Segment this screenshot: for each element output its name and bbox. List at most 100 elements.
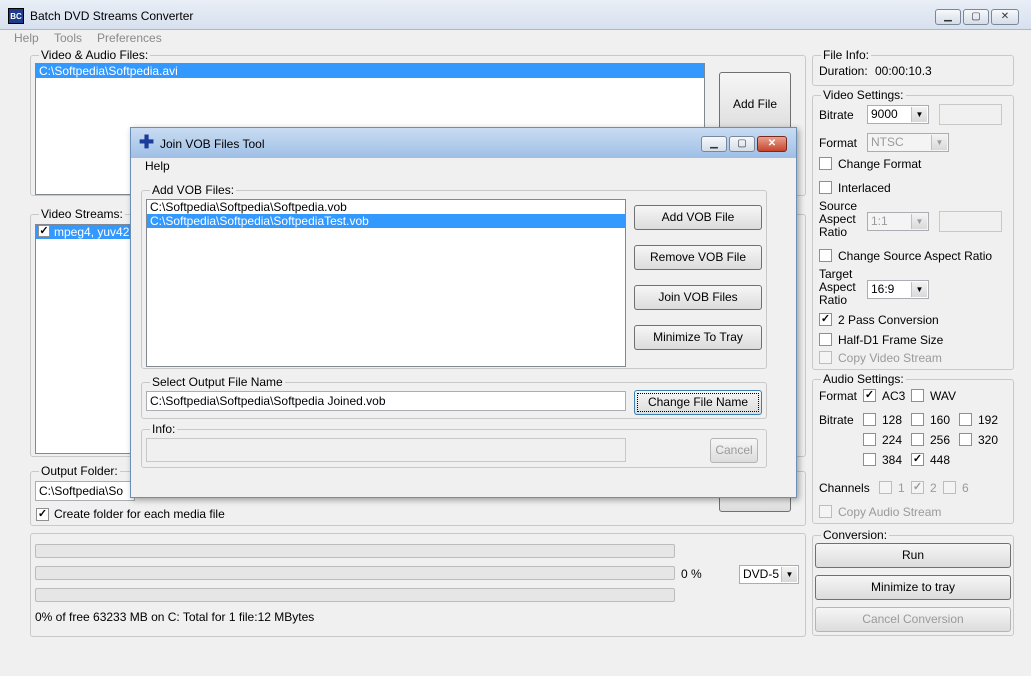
custom-bitrate-input[interactable]: [939, 104, 1002, 125]
chevron-down-icon[interactable]: ▼: [911, 282, 927, 297]
minimize-to-tray-dialog-button[interactable]: Minimize To Tray: [634, 325, 762, 350]
change-file-name-button[interactable]: Change File Name: [634, 390, 762, 415]
format-label: Format: [819, 136, 858, 150]
dialog-menu-bar: Help: [131, 158, 796, 174]
window-title-bar: BC Batch DVD Streams Converter ▁ ▢ ✕: [0, 0, 1031, 30]
copy-audio-checkbox[interactable]: [819, 505, 832, 518]
custom-aspect-input[interactable]: [939, 211, 1002, 232]
format-select[interactable]: NTSC ▼: [867, 133, 949, 152]
ac3-checkbox[interactable]: ✓: [863, 389, 876, 402]
maximize-window-button[interactable]: ▢: [963, 9, 989, 25]
menu-tools[interactable]: Tools: [54, 31, 82, 45]
audio-format-label: Format: [819, 389, 858, 403]
add-vob-legend: Add VOB Files:: [152, 183, 235, 197]
change-format-checkbox[interactable]: [819, 157, 832, 170]
change-source-aspect-label: Change Source Aspect Ratio: [838, 249, 993, 263]
bitrate-448-label: 448: [930, 453, 951, 467]
dialog-close-button[interactable]: ✕: [757, 136, 787, 152]
change-format-label: Change Format: [838, 157, 922, 171]
menu-help[interactable]: Help: [14, 31, 39, 45]
copy-audio-label: Copy Audio Stream: [838, 505, 942, 519]
join-vob-files-button[interactable]: Join VOB Files: [634, 285, 762, 310]
bitrate-320-checkbox[interactable]: [959, 433, 972, 446]
source-aspect-select[interactable]: 1:1 ▼: [867, 212, 929, 231]
add-vob-file-button[interactable]: Add VOB File: [634, 205, 762, 230]
bitrate-256-checkbox[interactable]: [911, 433, 924, 446]
bitrate-128-checkbox[interactable]: [863, 413, 876, 426]
output-file-input[interactable]: C:\Softpedia\Softpedia\Softpedia Joined.…: [146, 391, 626, 411]
dialog-minimize-button[interactable]: ▁: [701, 136, 727, 152]
minimize-window-button[interactable]: ▁: [935, 9, 961, 25]
chevron-down-icon[interactable]: ▼: [911, 214, 927, 229]
list-item[interactable]: C:\Softpedia\Softpedia\SoftpediaTest.vob: [147, 214, 625, 228]
progress-percent: 0 %: [681, 567, 702, 581]
dialog-maximize-button[interactable]: ▢: [729, 136, 755, 152]
stream-checkbox[interactable]: ✓: [38, 225, 50, 237]
close-window-button[interactable]: ✕: [991, 9, 1019, 25]
two-pass-label: 2 Pass Conversion: [838, 313, 939, 327]
bitrate-384-label: 384: [882, 453, 903, 467]
run-button[interactable]: Run: [815, 543, 1011, 568]
remove-vob-file-button[interactable]: Remove VOB File: [634, 245, 762, 270]
chevron-down-icon[interactable]: ▼: [911, 107, 927, 122]
bitrate-192-label: 192: [978, 413, 999, 427]
source-aspect-label-line: Ratio: [819, 225, 848, 239]
list-item[interactable]: ✓ mpeg4, yuv42: [36, 225, 134, 239]
half-d1-label: Half-D1 Frame Size: [838, 333, 944, 347]
channel-1-checkbox[interactable]: [879, 481, 892, 494]
output-folder-input[interactable]: C:\Softpedia\So: [35, 481, 135, 501]
bitrate-192-checkbox[interactable]: [959, 413, 972, 426]
create-folder-checkbox[interactable]: ✓: [36, 508, 49, 521]
source-aspect-value: 1:1: [871, 214, 888, 228]
info-field: [146, 438, 626, 462]
duration-value: 00:00:10.3: [875, 64, 932, 78]
bitrate-384-checkbox[interactable]: [863, 453, 876, 466]
source-aspect-label: Source Aspect Ratio: [819, 200, 857, 239]
video-streams-list[interactable]: ✓ mpeg4, yuv42: [35, 224, 135, 454]
chevron-down-icon[interactable]: ▼: [781, 567, 797, 582]
bitrate-160-checkbox[interactable]: [911, 413, 924, 426]
channel-6-checkbox[interactable]: [943, 481, 956, 494]
progress-bar-3: [35, 588, 675, 602]
vob-files-list[interactable]: C:\Softpedia\Softpedia\Softpedia.vob C:\…: [146, 199, 626, 367]
list-item[interactable]: C:\Softpedia\Softpedia.avi: [36, 64, 704, 78]
channels-label: Channels: [819, 481, 870, 495]
interlaced-checkbox[interactable]: [819, 181, 832, 194]
file-info-legend: File Info:: [823, 48, 870, 62]
minimize-to-tray-button[interactable]: Minimize to tray: [815, 575, 1011, 600]
disk-status-text: 0% of free 63233 MB on C: Total for 1 fi…: [35, 610, 315, 624]
wav-checkbox[interactable]: [911, 389, 924, 402]
stream-label: mpeg4, yuv42: [54, 225, 130, 239]
target-aspect-label-line: Ratio: [819, 293, 848, 307]
bitrate-160-label: 160: [930, 413, 951, 427]
change-source-aspect-checkbox[interactable]: [819, 249, 832, 262]
cancel-button[interactable]: Cancel: [710, 438, 758, 463]
dialog-title-bar: ✚ Join VOB Files Tool ▁ ▢ ✕: [131, 128, 796, 158]
target-aspect-select[interactable]: 16:9 ▼: [867, 280, 929, 299]
cancel-conversion-button[interactable]: Cancel Conversion: [815, 607, 1011, 632]
disk-type-select[interactable]: DVD-5 ▼: [739, 565, 799, 584]
menu-preferences[interactable]: Preferences: [97, 31, 162, 45]
dialog-menu-help[interactable]: Help: [145, 159, 170, 173]
output-file-legend: Select Output File Name: [152, 375, 283, 389]
ac3-label: AC3: [882, 389, 906, 403]
bitrate-select[interactable]: 9000 ▼: [867, 105, 929, 124]
channel-2-checkbox[interactable]: ✓: [911, 481, 924, 494]
plus-icon: ✚: [139, 132, 155, 152]
bitrate-128-label: 128: [882, 413, 903, 427]
half-d1-checkbox[interactable]: [819, 333, 832, 346]
progress-bar-2: [35, 566, 675, 580]
format-value: NTSC: [871, 135, 904, 149]
video-streams-legend: Video Streams:: [41, 207, 123, 221]
bitrate-224-checkbox[interactable]: [863, 433, 876, 446]
wav-label: WAV: [930, 389, 956, 403]
progress-bar-1: [35, 544, 675, 558]
channel-2-label: 2: [930, 481, 937, 495]
chevron-down-icon[interactable]: ▼: [931, 135, 947, 150]
bitrate-448-checkbox[interactable]: ✓: [911, 453, 924, 466]
list-item[interactable]: C:\Softpedia\Softpedia\Softpedia.vob: [147, 200, 625, 214]
disk-type-value: DVD-5: [743, 567, 780, 581]
two-pass-checkbox[interactable]: ✓: [819, 313, 832, 326]
conversion-legend: Conversion:: [823, 528, 888, 542]
copy-video-checkbox[interactable]: [819, 351, 832, 364]
